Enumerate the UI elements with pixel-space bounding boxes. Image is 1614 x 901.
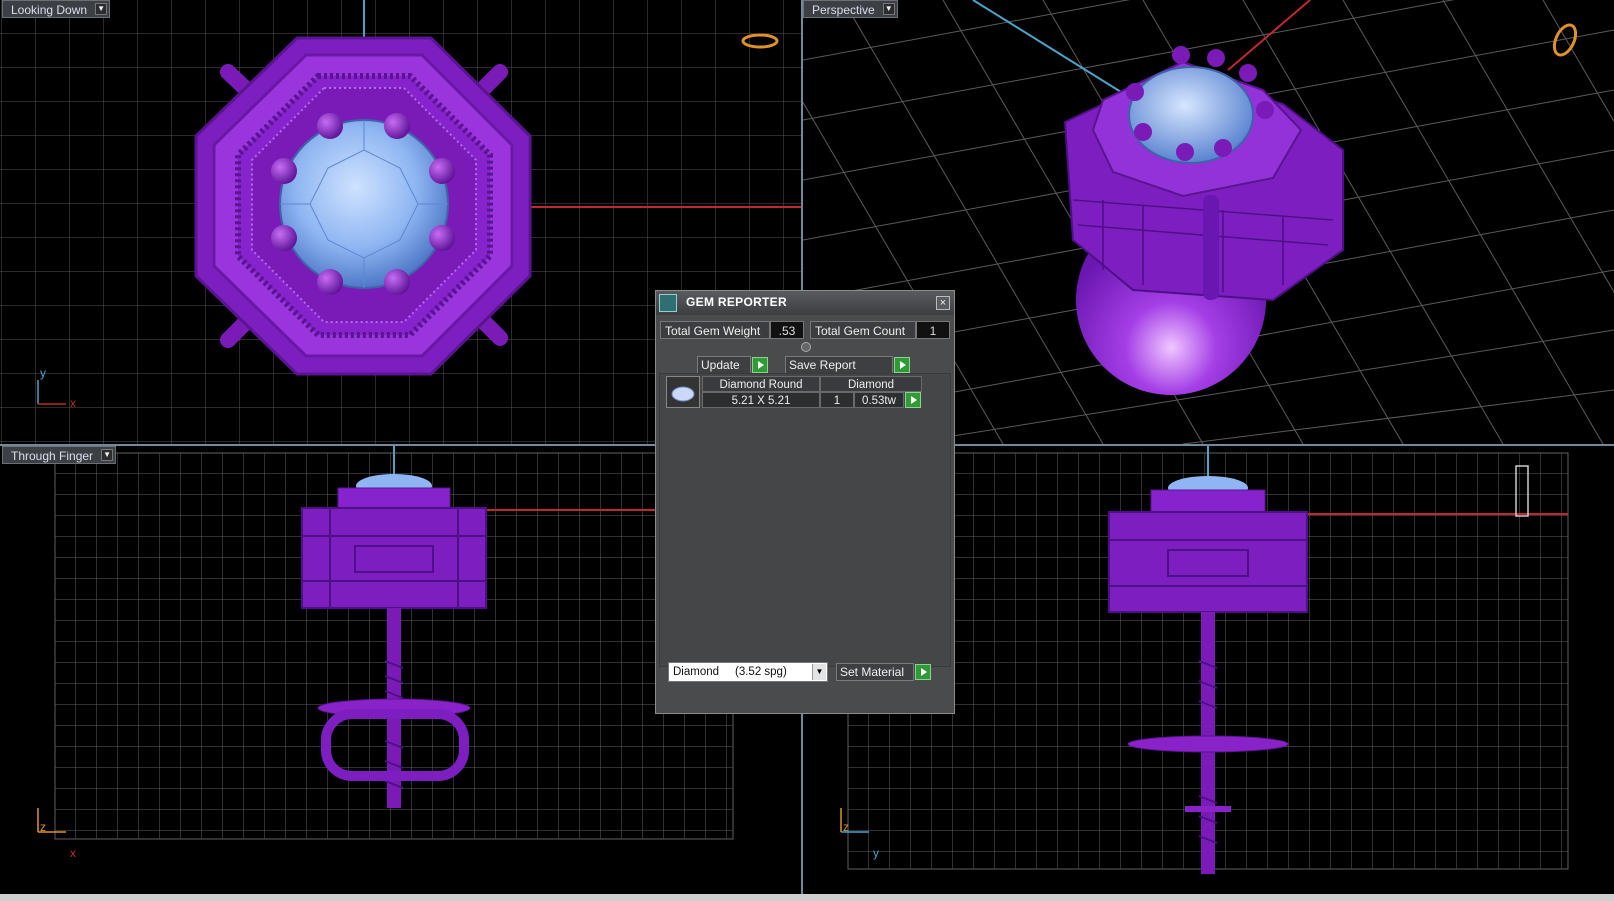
viewport-label-text: Looking Down (11, 3, 88, 17)
chevron-down-icon[interactable]: ▼ (812, 664, 826, 680)
total-gem-weight: Total Gem Weight .53 (660, 321, 804, 339)
save-report-button[interactable]: Save Report (785, 356, 893, 374)
total-gem-count: Total Gem Count 1 (810, 321, 950, 339)
gem-material: Diamond (820, 376, 922, 392)
close-icon[interactable]: × (936, 296, 950, 310)
viewport-label-through-finger[interactable]: Through Finger ▼ (2, 446, 117, 464)
viewport-label-text: Perspective (812, 3, 875, 17)
total-gem-weight-label: Total Gem Weight (660, 321, 770, 339)
chevron-down-icon[interactable]: ▼ (882, 3, 895, 15)
axis-label-z: z (40, 820, 46, 834)
gem-count: 1 (820, 392, 854, 408)
viewport-label-looking-down[interactable]: Looking Down ▼ (2, 0, 111, 18)
gem-reporter-icon (659, 294, 677, 312)
axis-label-x: x (70, 396, 76, 410)
list-item[interactable]: Diamond Round Diamond 5.21 X 5.21 1 0.53… (666, 376, 922, 410)
save-report-go-icon[interactable] (894, 357, 910, 373)
gem-weight: 0.53tw (854, 392, 904, 408)
axis-label-y: y (40, 366, 46, 380)
total-gem-count-value: 1 (916, 321, 950, 339)
gem-reporter-dialog[interactable]: GEM REPORTER × Total Gem Weight .53 Tota… (655, 290, 955, 714)
axis-label-z: z (843, 820, 849, 834)
dialog-title: GEM REPORTER (686, 295, 787, 309)
viewport-label-text: Through Finger (11, 449, 94, 463)
axis-label-x: x (70, 846, 76, 860)
gem-row-go-icon[interactable] (905, 392, 921, 408)
set-material-go-icon[interactable] (915, 664, 931, 680)
update-go-icon[interactable] (752, 357, 768, 373)
gem-list[interactable]: Diamond Round Diamond 5.21 X 5.21 1 0.53… (659, 373, 951, 667)
update-button[interactable]: Update (697, 356, 751, 374)
chevron-down-icon[interactable]: ▼ (101, 449, 114, 461)
gem-thumbnail (666, 376, 700, 408)
collapse-toggle-icon[interactable] (801, 342, 811, 352)
status-strip (0, 894, 1614, 901)
chevron-down-icon[interactable]: ▼ (95, 3, 108, 15)
gem-shape: Diamond Round (702, 376, 820, 392)
gem-size: 5.21 X 5.21 (702, 392, 820, 408)
gem-thumbnail-icon (671, 386, 695, 402)
set-material-button[interactable]: Set Material (836, 663, 914, 681)
dialog-titlebar[interactable]: GEM REPORTER × (656, 291, 954, 315)
material-select-value: Diamond (3.52 spg) (673, 666, 787, 678)
viewport-label-perspective[interactable]: Perspective ▼ (803, 0, 898, 18)
total-gem-weight-value: .53 (770, 321, 804, 339)
axis-label-y: y (873, 846, 879, 860)
material-select[interactable]: Diamond (3.52 spg) ▼ (668, 662, 828, 682)
total-gem-count-label: Total Gem Count (810, 321, 916, 339)
